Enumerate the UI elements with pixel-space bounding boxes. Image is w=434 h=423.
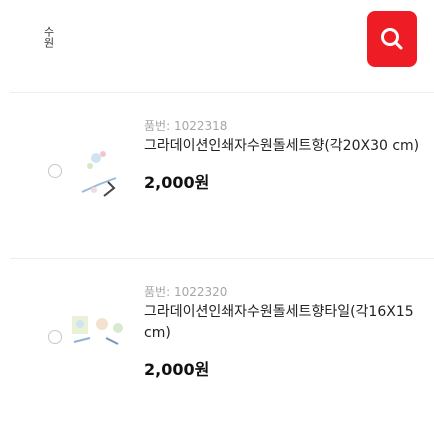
search-button[interactable] — [367, 11, 417, 67]
search-input[interactable]: 수원 — [38, 26, 55, 48]
product-image-icon — [70, 284, 130, 394]
product-code: 품번: 1022320 — [144, 285, 228, 299]
product-thumbnail[interactable] — [70, 284, 130, 394]
product-item[interactable]: 품번: 1022320 그라데이션인쇄자수원돌세트향타일(각16X15 cm) … — [0, 278, 434, 408]
search-bar: 수원 — [0, 0, 434, 82]
product-name[interactable]: 그라데이션인쇄자수원돌세트향(각20X30 cm) — [144, 136, 420, 157]
product-item[interactable]: 품번: 1022318 그라데이션인쇄자수원돌세트향(각20X30 cm) 2,… — [0, 112, 434, 242]
divider — [10, 258, 434, 259]
select-radio[interactable] — [48, 330, 62, 344]
product-image-icon — [70, 118, 130, 228]
product-info: 품번: 1022318 그라데이션인쇄자수원돌세트향(각20X30 cm) 2,… — [144, 118, 420, 193]
product-price: 2,000원 — [144, 360, 210, 379]
product-code: 품번: 1022318 — [144, 119, 228, 133]
product-name[interactable]: 그라데이션인쇄자수원돌세트향타일(각16X15 cm) — [144, 302, 420, 344]
divider — [10, 92, 434, 93]
select-radio[interactable] — [48, 164, 62, 178]
product-info: 품번: 1022320 그라데이션인쇄자수원돌세트향타일(각16X15 cm) … — [144, 284, 420, 380]
product-thumbnail[interactable] — [70, 118, 130, 228]
search-icon — [381, 28, 403, 50]
product-price: 2,000원 — [144, 173, 210, 192]
